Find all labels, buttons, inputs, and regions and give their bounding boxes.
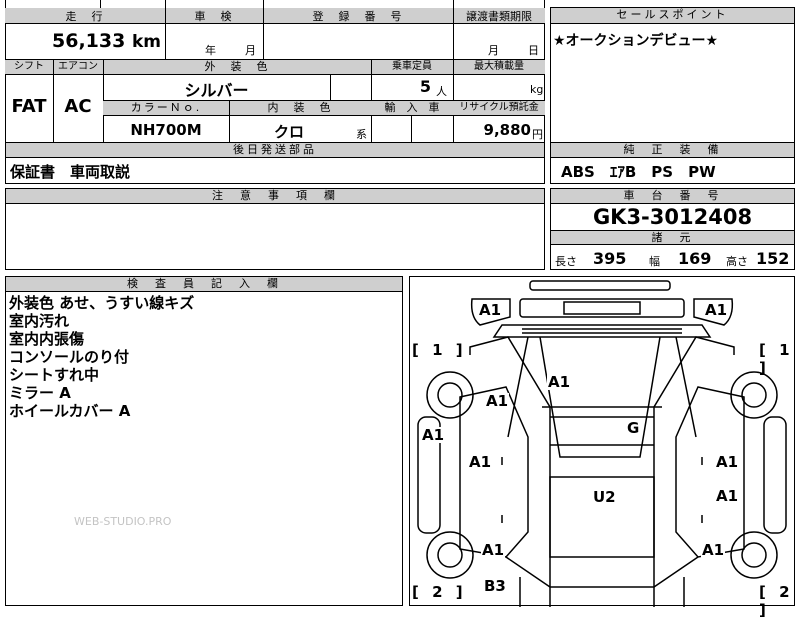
zone-roof: U2 — [592, 488, 617, 506]
width-value: 169 — [678, 249, 712, 268]
inspector-line: ミラー A — [9, 384, 71, 402]
transfer-deadline-header: 譲渡書類期限 — [453, 8, 545, 24]
zone-rear: B3 — [483, 577, 507, 595]
recycle-unit: 円 — [532, 128, 543, 141]
max-load-unit: kg — [530, 83, 544, 96]
standard-equipment-section: 純 正 装 備 ABS ｴｱB PS PW — [550, 142, 795, 184]
zone-left-front-bumper-side: A1 — [421, 426, 446, 444]
bracket-bottom-left: [ 2 ] — [412, 583, 467, 601]
aircon-header: エアコン — [53, 60, 103, 74]
max-load-header: 最大積載量 — [453, 60, 545, 74]
inspector-line: コンソールのり付 — [9, 348, 130, 366]
sales-point-text: ★オークションデビュー★ — [553, 33, 719, 49]
standard-equipment-text: ABS ｴｱB PS PW — [561, 163, 716, 181]
zone-right-rear-fender: A1 — [701, 541, 726, 559]
zone-left-rear-fender: A1 — [481, 541, 506, 559]
later-parts-header: 後日発送部品 — [6, 143, 544, 158]
chassis-value: GK3-3012408 — [592, 205, 753, 229]
shift-header: シフト — [5, 60, 53, 74]
bracket-top-left: [ 1 ] — [412, 341, 467, 359]
zone-left-front-door: A1 — [468, 453, 493, 471]
inspector-header: 検 査 員 記 入 欄 — [6, 277, 402, 292]
import-car-header: 輸 入 車 — [371, 101, 453, 115]
zone-right-front-door: A1 — [715, 453, 740, 471]
capacity-unit: 人 — [436, 85, 447, 98]
later-parts-text: 保証書 車両取説 — [10, 163, 131, 181]
registration-header: 登 録 番 号 — [263, 8, 453, 24]
interior-color-value: クロ — [273, 123, 304, 141]
bracket-top-right: [ 1 ] — [759, 341, 794, 377]
zone-front-right-corner: A1 — [704, 301, 729, 319]
car-diagram-section: A1 A1 A1 A1 A1 G A1 A1 U2 A1 A1 A1 B3 [ … — [409, 276, 795, 619]
inspector-line: 室内内張傷 — [9, 330, 85, 348]
car-diagram — [417, 280, 787, 607]
capacity-header: 乗車定員 — [371, 60, 453, 74]
capacity-value: 5 — [419, 77, 431, 96]
length-label: 長さ — [555, 255, 577, 268]
mileage-value: 56,133 km — [52, 30, 161, 52]
deadline-day-label: 日 — [528, 44, 539, 57]
inspector-line: シートすれ中 — [9, 366, 100, 384]
inspection-header: 車 検 — [165, 8, 263, 24]
inspection-year-label: 年 — [205, 44, 216, 57]
standard-equipment-header: 純 正 装 備 — [551, 143, 794, 158]
length-value: 395 — [593, 249, 627, 268]
height-label: 高さ — [726, 255, 748, 268]
watermark: WEB-STUDIO.PRO — [74, 515, 172, 528]
zone-left-front-fender: A1 — [485, 392, 510, 410]
aircon-value: AC — [64, 96, 92, 117]
exterior-color-header: 外 装 色 — [103, 60, 371, 74]
shift-value: FAT — [11, 96, 47, 117]
notes-section: 注 意 事 項 欄 — [5, 188, 545, 270]
inspector-line: 外装色 あせ、うすい線キズ — [9, 294, 195, 312]
color-no-header: カラーＮｏ. — [103, 101, 229, 115]
color-no-value: NH700M — [130, 121, 202, 139]
zone-front-left-corner: A1 — [478, 301, 503, 319]
chassis-header: 車 台 番 号 — [551, 189, 794, 204]
mileage-header: 走 行 — [5, 8, 165, 24]
sales-point-section: セールスポイント ★オークションデビュー★ — [550, 7, 795, 143]
zone-glass-roof: G — [626, 419, 641, 437]
height-value: 152 — [756, 249, 790, 268]
recycle-header: リサイクル預託金 — [453, 101, 545, 115]
recycle-value: 9,880 — [483, 121, 531, 139]
specs-header: 諸 元 — [551, 230, 794, 245]
inspection-month-label: 月 — [245, 44, 256, 57]
later-parts-section: 後日発送部品 保証書 車両取説 — [5, 142, 545, 184]
interior-color-header: 内 装 色 — [229, 101, 371, 115]
chassis-section: 車 台 番 号 GK3-3012408 諸 元 長さ 395 幅 169 高さ … — [550, 188, 795, 270]
inspector-notes: 外装色 あせ、うすい線キズ 室内汚れ 室内内張傷 コンソールのり付 シートすれ中… — [9, 294, 194, 420]
bracket-bottom-right: [ 2 ] — [759, 583, 794, 619]
notes-header: 注 意 事 項 欄 — [6, 189, 544, 204]
inspector-section: 検 査 員 記 入 欄 外装色 あせ、うすい線キズ 室内汚れ 室内内張傷 コンソ… — [5, 276, 403, 606]
zone-windshield: A1 — [547, 373, 572, 391]
exterior-color-value: シルバー — [184, 81, 249, 100]
width-label: 幅 — [649, 255, 660, 268]
zone-right-rear-door: A1 — [715, 487, 740, 505]
interior-color-suffix: 系 — [356, 128, 367, 141]
inspector-line: ホイールカバー A — [9, 402, 131, 420]
deadline-month-label: 月 — [488, 44, 499, 57]
sales-point-header: セールスポイント — [551, 8, 794, 24]
inspector-line: 室内汚れ — [9, 312, 70, 330]
